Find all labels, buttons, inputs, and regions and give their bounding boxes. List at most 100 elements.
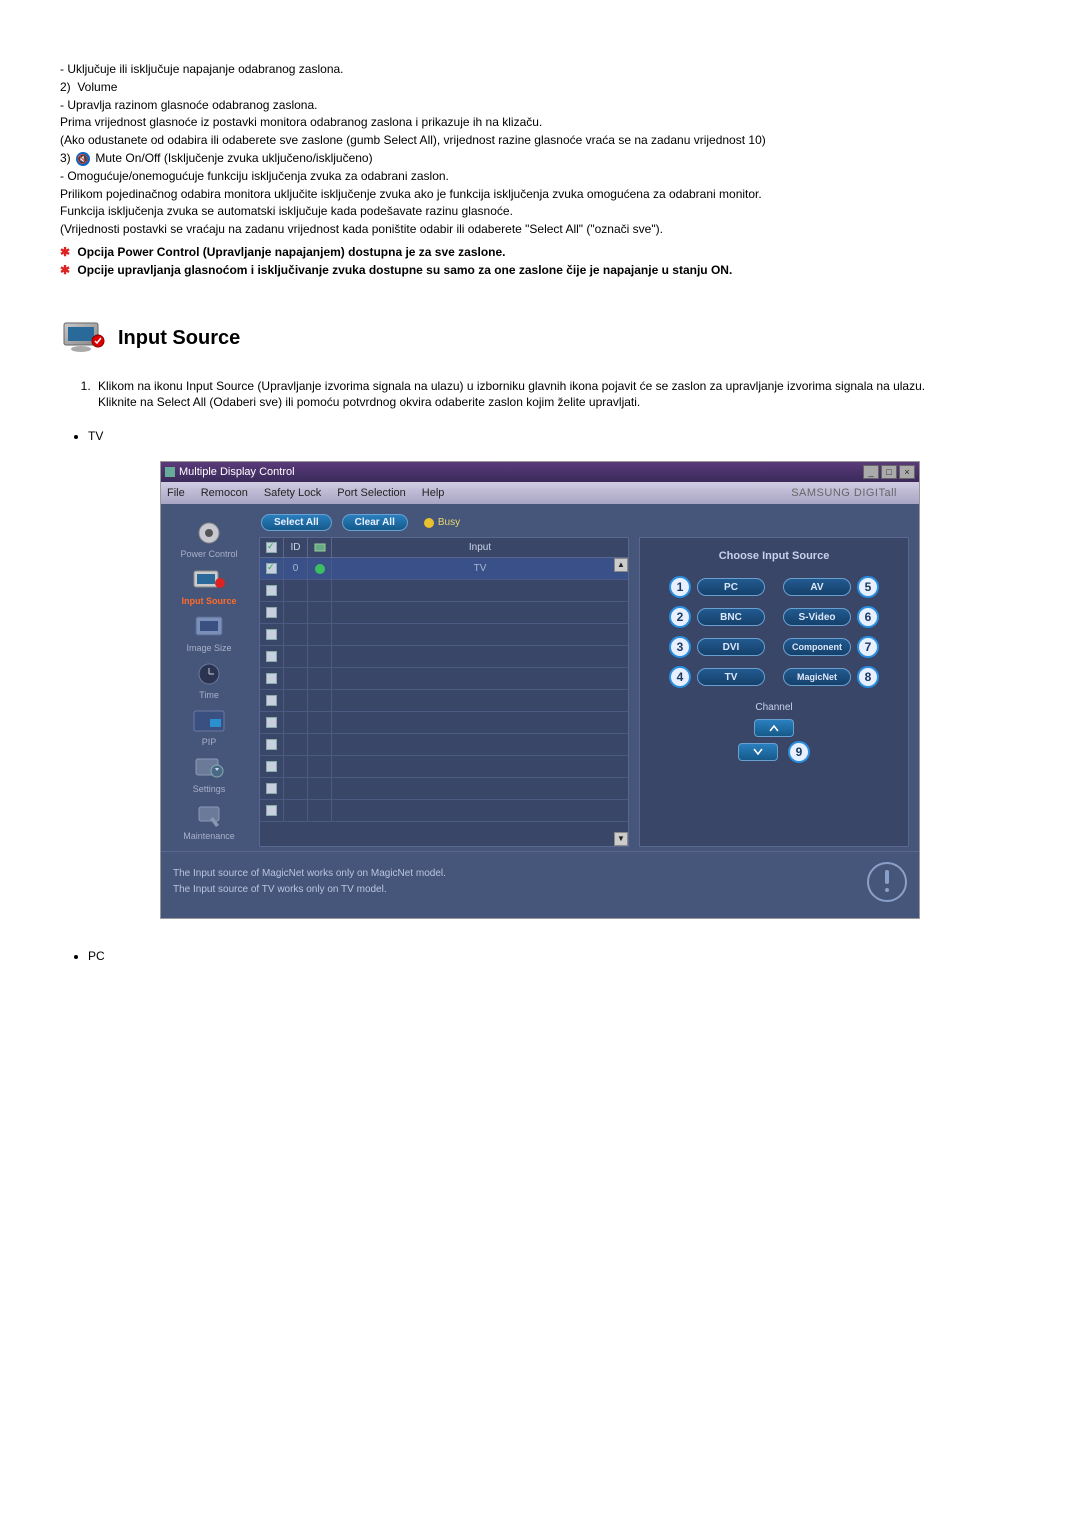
scroll-up-button[interactable]: ▲ (614, 558, 628, 572)
footer-l2: The Input source of TV works only on TV … (173, 882, 446, 898)
mute-l3: Funkcija isključenja zvuka se automatski… (60, 203, 1020, 220)
busy-label: Busy (438, 517, 460, 528)
app-footer: The Input source of MagicNet works only … (161, 851, 919, 918)
channel-section: Channel 9 (738, 702, 810, 763)
table-row[interactable] (260, 690, 628, 712)
source-svideo-button[interactable]: S-Video (783, 608, 851, 626)
intro-l1: Klikom na ikonu Input Source (Upravljanj… (98, 379, 925, 393)
image-size-icon (192, 612, 226, 642)
clear-all-button[interactable]: Clear All (342, 514, 408, 531)
minimize-button[interactable]: _ (863, 465, 879, 479)
volume-row: 2) Volume (60, 79, 1020, 96)
toolbar: Select All Clear All Busy (259, 514, 909, 531)
mute-label: Mute On/Off (Isključenje zvuka uključeno… (95, 151, 372, 165)
row-checkbox[interactable] (266, 585, 277, 596)
info-icon (867, 862, 907, 902)
maximize-button[interactable]: □ (881, 465, 897, 479)
row-checkbox[interactable] (266, 629, 277, 640)
menu-port-selection[interactable]: Port Selection (337, 487, 405, 499)
row-checkbox[interactable] (266, 695, 277, 706)
status-dot-icon (315, 564, 325, 574)
row-checkbox[interactable] (266, 563, 277, 574)
header-checkbox[interactable] (266, 542, 277, 553)
row-checkbox[interactable] (266, 783, 277, 794)
row-checkbox[interactable] (266, 651, 277, 662)
vol-l2: Prima vrijednost glasnoće iz postavki mo… (60, 114, 1020, 131)
callout-3: 3 (669, 636, 691, 658)
source-bnc-cell: 2 BNC (669, 606, 765, 628)
row-input: TV (332, 558, 628, 579)
mute-row: 3) 🔇 Mute On/Off (Isključenje zvuka uklj… (60, 150, 1020, 167)
table-row[interactable] (260, 778, 628, 800)
input-source-icon (192, 565, 226, 595)
source-av-button[interactable]: AV (783, 578, 851, 596)
close-button[interactable]: × (899, 465, 915, 479)
sidebar-item-maintenance[interactable]: Maintenance (167, 796, 251, 843)
table-row[interactable] (260, 756, 628, 778)
table-row[interactable] (260, 800, 628, 822)
source-bnc-button[interactable]: BNC (697, 608, 765, 626)
intro-item-1: Klikom na ikonu Input Source (Upravljanj… (94, 378, 1020, 412)
channel-down-button[interactable] (738, 743, 778, 761)
row-checkbox-cell (260, 558, 284, 579)
channel-up-button[interactable] (754, 719, 794, 737)
table-row[interactable] (260, 580, 628, 602)
star-note-1: ✱ Opcija Power Control (Upravljanje napa… (60, 244, 1020, 261)
bullet-tv: TV (88, 429, 1020, 443)
star-note-2: ✱ Opcije upravljanja glasnoćom i isključ… (60, 262, 1020, 279)
table-row[interactable] (260, 734, 628, 756)
sidebar-item-pip[interactable]: PIP (167, 702, 251, 749)
table-row[interactable] (260, 624, 628, 646)
menu-safety-lock[interactable]: Safety Lock (264, 487, 321, 499)
table-row[interactable] (260, 646, 628, 668)
row-checkbox[interactable] (266, 607, 277, 618)
row-checkbox[interactable] (266, 673, 277, 684)
callout-5: 5 (857, 576, 879, 598)
table-row[interactable]: 0 TV (260, 558, 628, 580)
sidebar-label: Power Control (167, 549, 251, 559)
table-row[interactable] (260, 668, 628, 690)
row-checkbox[interactable] (266, 805, 277, 816)
mute-icon: 🔇 (76, 152, 90, 166)
menu-remocon[interactable]: Remocon (201, 487, 248, 499)
source-dvi-button[interactable]: DVI (697, 638, 765, 656)
menu-file[interactable]: File (167, 487, 185, 499)
source-component-cell: Component 7 (783, 636, 879, 658)
sidebar-item-time[interactable]: Time (167, 655, 251, 702)
source-magicnet-button[interactable]: MagicNet (783, 668, 851, 686)
source-component-button[interactable]: Component (783, 638, 851, 656)
sidebar-item-image-size[interactable]: Image Size (167, 608, 251, 655)
callout-9: 9 (788, 741, 810, 763)
menu-help[interactable]: Help (422, 487, 445, 499)
sidebar-label: Image Size (167, 643, 251, 653)
mute-num: 3) (60, 151, 71, 165)
monitor-grid: ID Input 0 TV (259, 537, 629, 847)
titlebar-left: Multiple Display Control (165, 466, 295, 478)
source-av-cell: AV 5 (783, 576, 879, 598)
sidebar-item-settings[interactable]: Settings (167, 749, 251, 796)
volume-label: Volume (77, 80, 117, 94)
sidebar-item-input-source[interactable]: Input Source (167, 561, 251, 608)
mute-l4: (Vrijednosti postavki se vraćaju na zada… (60, 221, 1020, 238)
sidebar-item-power-control[interactable]: Power Control (167, 514, 251, 561)
source-pc-button[interactable]: PC (697, 578, 765, 596)
titlebar-app-icon (165, 467, 175, 477)
power-control-icon (192, 518, 226, 548)
scroll-down-button[interactable]: ▼ (614, 832, 628, 846)
table-row[interactable] (260, 712, 628, 734)
select-all-button[interactable]: Select All (261, 514, 332, 531)
grid-header: ID Input (260, 538, 628, 558)
row-checkbox[interactable] (266, 739, 277, 750)
row-checkbox[interactable] (266, 717, 277, 728)
vol-l1: - Upravlja razinom glasnoće odabranog za… (60, 97, 1020, 114)
callout-1: 1 (669, 576, 691, 598)
source-tv-button[interactable]: TV (697, 668, 765, 686)
sidebar-label: Settings (167, 784, 251, 794)
row-id: 0 (284, 558, 308, 579)
sidebar-label: Maintenance (167, 831, 251, 841)
sidebar-label: Input Source (167, 596, 251, 606)
row-checkbox[interactable] (266, 761, 277, 772)
table-row[interactable] (260, 602, 628, 624)
intro-l1b: Kliknite na Select All (Odaberi sve) ili… (98, 395, 640, 409)
busy-dot-icon (424, 518, 434, 528)
